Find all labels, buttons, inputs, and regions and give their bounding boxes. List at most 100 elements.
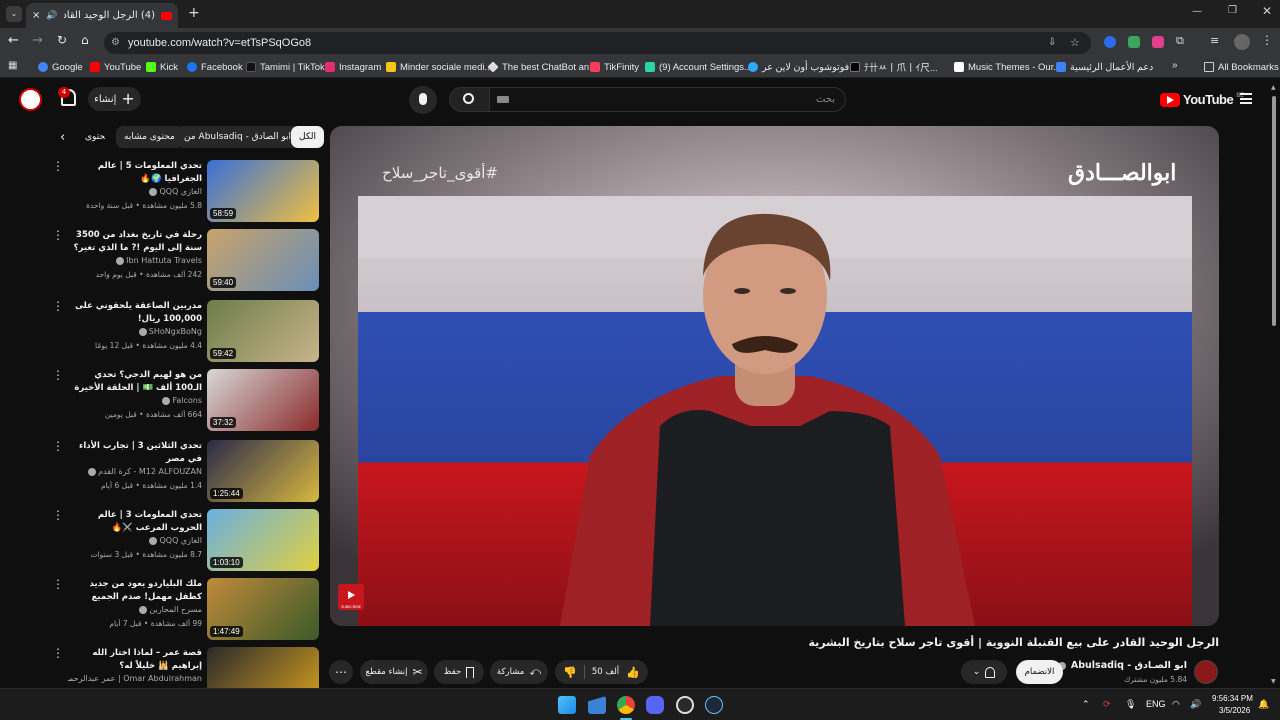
channel-name[interactable]: Omar Abdulrahman | عمر عبدالرحمن: [68, 674, 202, 683]
clock-time[interactable]: 9:56:34 PM: [1212, 694, 1253, 703]
profile-avatar[interactable]: [1234, 34, 1250, 50]
tab-search-button[interactable]: ⌄: [6, 6, 22, 22]
recommendation-item[interactable]: 1:47:49 ملك البلياردو يعود من جديد كطفل م…: [52, 578, 320, 640]
channel-name[interactable]: الغازي QQQ: [68, 187, 202, 196]
video-thumbnail[interactable]: 1:25:44: [207, 440, 319, 502]
notification-center-icon[interactable]: 🔔: [1258, 699, 1269, 710]
bookmark-business-support[interactable]: دعم الأعمال الرئيسية: [1056, 60, 1153, 74]
chip-from-channel[interactable]: من Abulsadiq - ابو الصادق: [176, 126, 300, 148]
windows-start-icon[interactable]: [558, 696, 576, 714]
video-title[interactable]: قصة عمر – لماذا اختار الله إبراهيم 🕌 خلي…: [68, 647, 202, 673]
reload-icon[interactable]: ↻: [57, 33, 67, 47]
more-options-icon[interactable]: ⋮: [52, 509, 64, 525]
video-thumbnail[interactable]: 1:47:49: [207, 578, 319, 640]
video-title[interactable]: من هو لهيم الدجي؟ تحدي الـ100 ألف 💵 | ال…: [68, 369, 202, 395]
channel-avatar[interactable]: [1194, 660, 1218, 684]
clock-date[interactable]: 3/5/2026: [1219, 706, 1250, 715]
dislike-button[interactable]: 👎: [563, 666, 577, 679]
video-title[interactable]: تحدي المعلومات 3 | عالم الحروب المرعب ⚔️…: [68, 509, 202, 535]
bookmark-tikfinity[interactable]: TikFinity: [590, 60, 639, 74]
recommendation-item[interactable]: 37:32 من هو لهيم الدجي؟ تحدي الـ100 ألف 💵…: [52, 369, 320, 431]
video-title[interactable]: تحدي الثلاثين 3 | تجارب الأداء في مصر: [68, 440, 202, 466]
scroll-up-arrow-icon[interactable]: ▲: [1271, 84, 1276, 91]
bookmark-x[interactable]: ﾃ卄ﾶ丨爪丨ｲ尺...: [850, 60, 938, 74]
browser-menu-icon[interactable]: ⋮: [1261, 33, 1273, 47]
video-title[interactable]: تحدي المعلومات 5 | عالم الجغرافيا 🌍🔥: [68, 160, 202, 186]
like-count[interactable]: 50 ألف: [592, 667, 619, 677]
file-explorer-icon[interactable]: [588, 696, 606, 714]
apps-grid-icon[interactable]: ▦: [8, 60, 17, 71]
bookmark-minder[interactable]: Minder sociale medi...: [386, 60, 492, 74]
subscribe-watermark-button[interactable]: SUBSCRIBE: [338, 584, 364, 610]
volume-icon[interactable]: 🔊: [1190, 699, 1201, 710]
join-button[interactable]: الانضمام: [1016, 660, 1063, 684]
browser-tab-active[interactable]: (4) الرجل الوحيد القادر على بـ 🔊 ×: [26, 3, 178, 28]
bookmark-account-settings[interactable]: (9) Account Settings...: [645, 60, 752, 74]
bookmark-tiktok[interactable]: Tamimi | TikTok: [246, 60, 325, 74]
channel-name[interactable]: Ibn Hattuta Travels: [68, 256, 202, 265]
subscribed-bell-dropdown[interactable]: ⌄: [961, 660, 1007, 684]
obs-icon[interactable]: [676, 696, 694, 714]
recommendation-item[interactable]: 59:40 رحلة في تاريخ بغداد من 3500 سنة إلى…: [52, 229, 320, 291]
all-bookmarks-folder[interactable]: All Bookmarks: [1204, 60, 1279, 74]
video-thumbnail[interactable]: 59:40: [207, 229, 319, 291]
close-window-button[interactable]: ✕: [1262, 4, 1272, 18]
more-options-icon[interactable]: ⋮: [52, 160, 64, 176]
channel-name[interactable]: M12 ALFOUZAN - كرة القدم: [68, 467, 202, 476]
extensions-puzzle-icon[interactable]: ⧉: [1176, 34, 1184, 48]
more-actions-button[interactable]: ⋯: [329, 660, 353, 684]
search-button[interactable]: [449, 87, 490, 112]
scrollbar-thumb[interactable]: [1272, 96, 1276, 326]
channel-name[interactable]: الغازي QQQ: [68, 536, 202, 545]
more-options-icon[interactable]: ⋮: [52, 369, 64, 385]
back-icon[interactable]: ←: [8, 33, 19, 48]
restore-window-button[interactable]: ❐: [1228, 5, 1237, 16]
keyboard-icon[interactable]: [497, 96, 509, 103]
video-title[interactable]: رحلة في تاريخ بغداد من 3500 سنة إلى اليو…: [68, 229, 202, 255]
page-scrollbar[interactable]: ▲ ▼: [1270, 84, 1278, 688]
video-thumbnail[interactable]: 58:59: [207, 160, 319, 222]
video-thumbnail[interactable]: 1:03:10: [207, 509, 319, 571]
extension-pink-icon[interactable]: [1152, 36, 1164, 48]
video-thumbnail[interactable]: 37:32: [207, 369, 319, 431]
recommendation-item[interactable]: 1:25:44 تحدي الثلاثين 3 | تجارب الأداء في…: [52, 440, 320, 502]
new-tab-button[interactable]: +: [188, 5, 200, 21]
bookmark-facebook[interactable]: Facebook: [187, 60, 243, 74]
video-player[interactable]: #أقوى_تاجر_سلاح ابوالصـــادق SUBSCRIBE: [330, 126, 1219, 626]
more-options-icon[interactable]: ⋮: [52, 229, 64, 245]
channel-name[interactable]: مسرح المحارين: [68, 605, 202, 614]
sync-icon[interactable]: ⟳: [1103, 699, 1111, 710]
bookmark-youtube[interactable]: YouTube: [90, 60, 141, 74]
chips-prev-arrow-icon[interactable]: ‹: [60, 130, 65, 145]
more-options-icon[interactable]: ⋮: [52, 647, 64, 663]
bookmark-photoshop[interactable]: فوتوشوب أون لاين عر...: [748, 60, 857, 74]
site-info-icon[interactable]: ⚙: [111, 32, 120, 54]
channel-name[interactable]: SHoNgxBoNg: [68, 327, 202, 336]
guide-menu-icon[interactable]: [1240, 93, 1252, 104]
recommendation-item[interactable]: 58:59 تحدي المعلومات 5 | عالم الجغرافيا 🌍…: [52, 160, 320, 222]
bookmark-google[interactable]: Google: [38, 60, 83, 74]
more-options-icon[interactable]: ⋮: [52, 300, 64, 316]
language-indicator[interactable]: ENG: [1146, 699, 1166, 709]
tab-close-icon[interactable]: ×: [32, 10, 40, 21]
more-options-icon[interactable]: ⋮: [52, 440, 64, 456]
voice-search-button[interactable]: [409, 86, 437, 114]
user-avatar[interactable]: [19, 88, 42, 111]
more-bookmarks-icon[interactable]: »: [1172, 60, 1178, 71]
forward-icon[interactable]: →: [32, 33, 43, 48]
extension-green-icon[interactable]: [1128, 36, 1140, 48]
bookmark-music-themes[interactable]: Music Themes - Our...: [954, 60, 1061, 74]
video-thumbnail[interactable]: 59:42: [207, 300, 319, 362]
install-app-icon[interactable]: ⇩: [1048, 32, 1056, 54]
youtube-logo[interactable]: YouTube BE: [1160, 92, 1244, 107]
show-hidden-icons[interactable]: ⌃: [1082, 699, 1090, 710]
address-bar[interactable]: ⚙ youtube.com/watch?v=etTsPSqOGo8 ⇩ ☆: [104, 32, 1091, 54]
bookmark-chatbot[interactable]: The best ChatBot an...: [487, 60, 597, 74]
discord-icon[interactable]: [646, 696, 664, 714]
minimize-window-button[interactable]: —: [1192, 6, 1202, 17]
home-icon[interactable]: ⌂: [81, 33, 89, 47]
recommendation-item[interactable]: قصة عمر – لماذا اختار الله إبراهيم 🕌 خلي…: [52, 647, 320, 709]
audio-playing-icon[interactable]: 🔊: [46, 11, 57, 21]
clip-button[interactable]: إنشاء مقطع ✂: [360, 660, 428, 684]
chrome-icon[interactable]: [617, 696, 635, 714]
